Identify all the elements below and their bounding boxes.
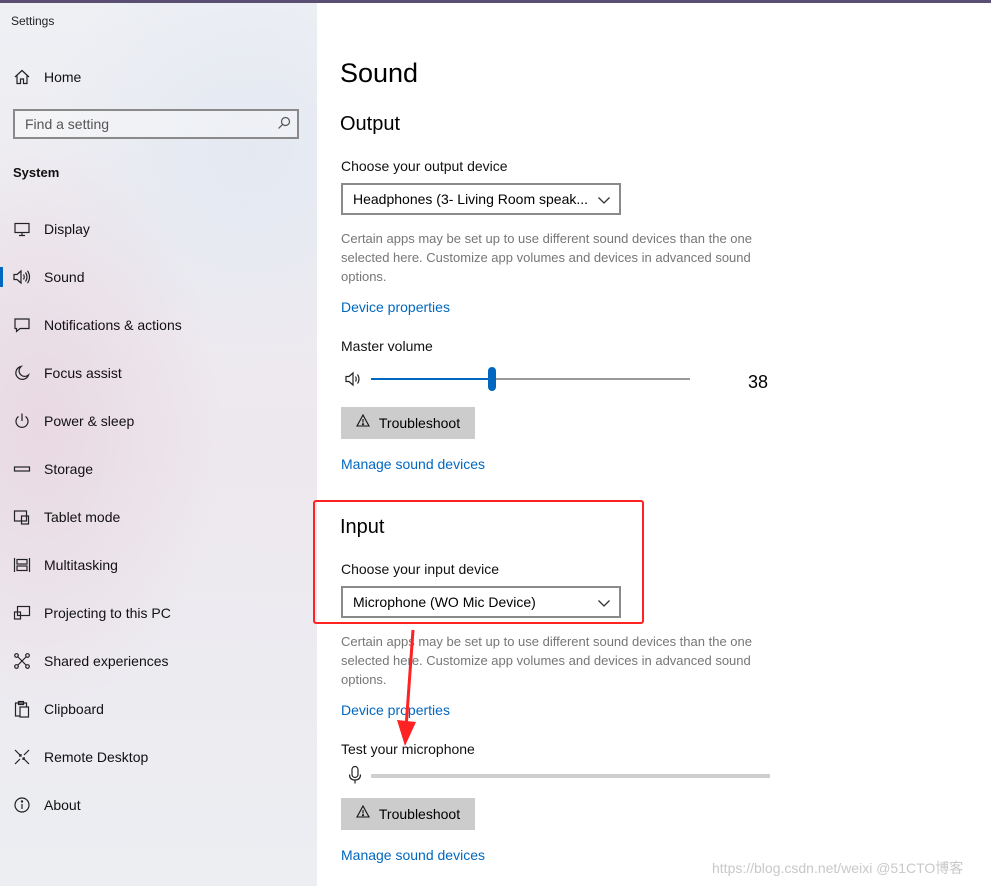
sidebar-item-label: Notifications & actions [44, 317, 182, 333]
remote-desktop-icon [12, 747, 32, 767]
sidebar-item-home[interactable]: Home [0, 57, 317, 97]
chevron-down-icon [597, 193, 611, 211]
power-icon [12, 411, 32, 431]
sidebar: Settings Home System Display Sound Notif… [0, 3, 317, 886]
input-troubleshoot-button[interactable]: Troubleshoot [341, 798, 475, 830]
input-device-value: Microphone (WO Mic Device) [353, 594, 536, 610]
watermark: https://blog.csdn.net/weixi @51CTO博客 [712, 860, 964, 876]
warning-icon [355, 804, 370, 823]
storage-icon [12, 459, 32, 479]
output-description: Certain apps may be set up to use differ… [341, 231, 752, 284]
master-volume-label: Master volume [341, 338, 433, 354]
output-device-properties-link[interactable]: Device properties [341, 299, 450, 315]
sidebar-item-label: Storage [44, 461, 94, 477]
master-volume-slider[interactable] [371, 367, 690, 391]
sidebar-item-storage[interactable]: Storage [0, 449, 317, 489]
volume-slider-fill [371, 378, 493, 380]
info-icon [12, 795, 32, 815]
sidebar-item-power-sleep[interactable]: Power & sleep [0, 401, 317, 441]
sidebar-item-label: About [44, 797, 81, 813]
sidebar-item-label: Clipboard [44, 701, 104, 717]
warning-icon [355, 413, 370, 432]
section-heading-system: System [13, 165, 60, 180]
sidebar-item-multitasking[interactable]: Multitasking [0, 545, 317, 585]
clipboard-icon [12, 699, 32, 719]
chevron-down-icon [597, 596, 611, 614]
output-heading: Output [340, 113, 401, 135]
sidebar-item-label: Focus assist [44, 365, 122, 381]
sidebar-item-projecting[interactable]: Projecting to this PC [0, 593, 317, 633]
home-icon [12, 67, 32, 87]
multitasking-icon [12, 555, 32, 575]
sidebar-item-label: Home [44, 69, 82, 85]
sidebar-item-remote-desktop[interactable]: Remote Desktop [0, 737, 317, 777]
speaker-icon [12, 267, 32, 287]
input-manage-sound-devices-link[interactable]: Manage sound devices [341, 847, 485, 863]
sidebar-item-shared-experiences[interactable]: Shared experiences [0, 641, 317, 681]
tablet-icon [12, 507, 32, 527]
output-troubleshoot-button[interactable]: Troubleshoot [341, 407, 475, 439]
sidebar-item-label: Shared experiences [44, 653, 169, 669]
notifications-icon [12, 315, 32, 335]
sidebar-item-clipboard[interactable]: Clipboard [0, 689, 317, 729]
moon-icon [12, 363, 32, 383]
volume-icon[interactable] [344, 370, 364, 393]
volume-slider-thumb[interactable] [488, 367, 497, 391]
display-icon [12, 219, 32, 239]
page-title: Sound [340, 58, 419, 88]
sidebar-item-label: Tablet mode [44, 509, 121, 525]
sidebar-item-about[interactable]: About [0, 785, 317, 825]
sidebar-item-tablet-mode[interactable]: Tablet mode [0, 497, 317, 537]
input-device-select[interactable]: Microphone (WO Mic Device) [341, 586, 621, 618]
troubleshoot-label: Troubleshoot [378, 415, 461, 431]
sidebar-item-sound[interactable]: Sound [0, 257, 317, 297]
projector-icon [12, 603, 32, 623]
app-title: Settings [11, 14, 55, 28]
sidebar-item-label: Sound [44, 269, 85, 285]
sidebar-item-label: Remote Desktop [44, 749, 149, 765]
search-icon [277, 116, 291, 135]
sidebar-item-label: Multitasking [44, 557, 118, 573]
troubleshoot-label: Troubleshoot [378, 806, 461, 822]
input-heading: Input [340, 516, 385, 538]
sidebar-item-notifications[interactable]: Notifications & actions [0, 305, 317, 345]
input-device-label: Choose your input device [341, 561, 499, 577]
output-manage-sound-devices-link[interactable]: Manage sound devices [341, 456, 485, 472]
search-input[interactable] [15, 111, 275, 137]
shared-icon [12, 651, 32, 671]
search-box[interactable] [13, 109, 299, 139]
sidebar-item-focus-assist[interactable]: Focus assist [0, 353, 317, 393]
output-device-select[interactable]: Headphones (3- Living Room speak... [341, 183, 621, 215]
microphone-level-meter [371, 774, 770, 778]
sidebar-item-display[interactable]: Display [0, 209, 317, 249]
annotation-arrow [397, 629, 416, 746]
main-content: Sound Output Choose your output device H… [317, 3, 991, 886]
microphone-icon [347, 765, 363, 790]
sidebar-item-label: Power & sleep [44, 413, 135, 429]
sidebar-item-label: Display [44, 221, 90, 237]
output-device-value: Headphones (3- Living Room speak... [353, 191, 589, 207]
sidebar-item-label: Projecting to this PC [44, 605, 171, 621]
output-device-label: Choose your output device [341, 158, 508, 174]
volume-value: 38 [748, 372, 769, 392]
